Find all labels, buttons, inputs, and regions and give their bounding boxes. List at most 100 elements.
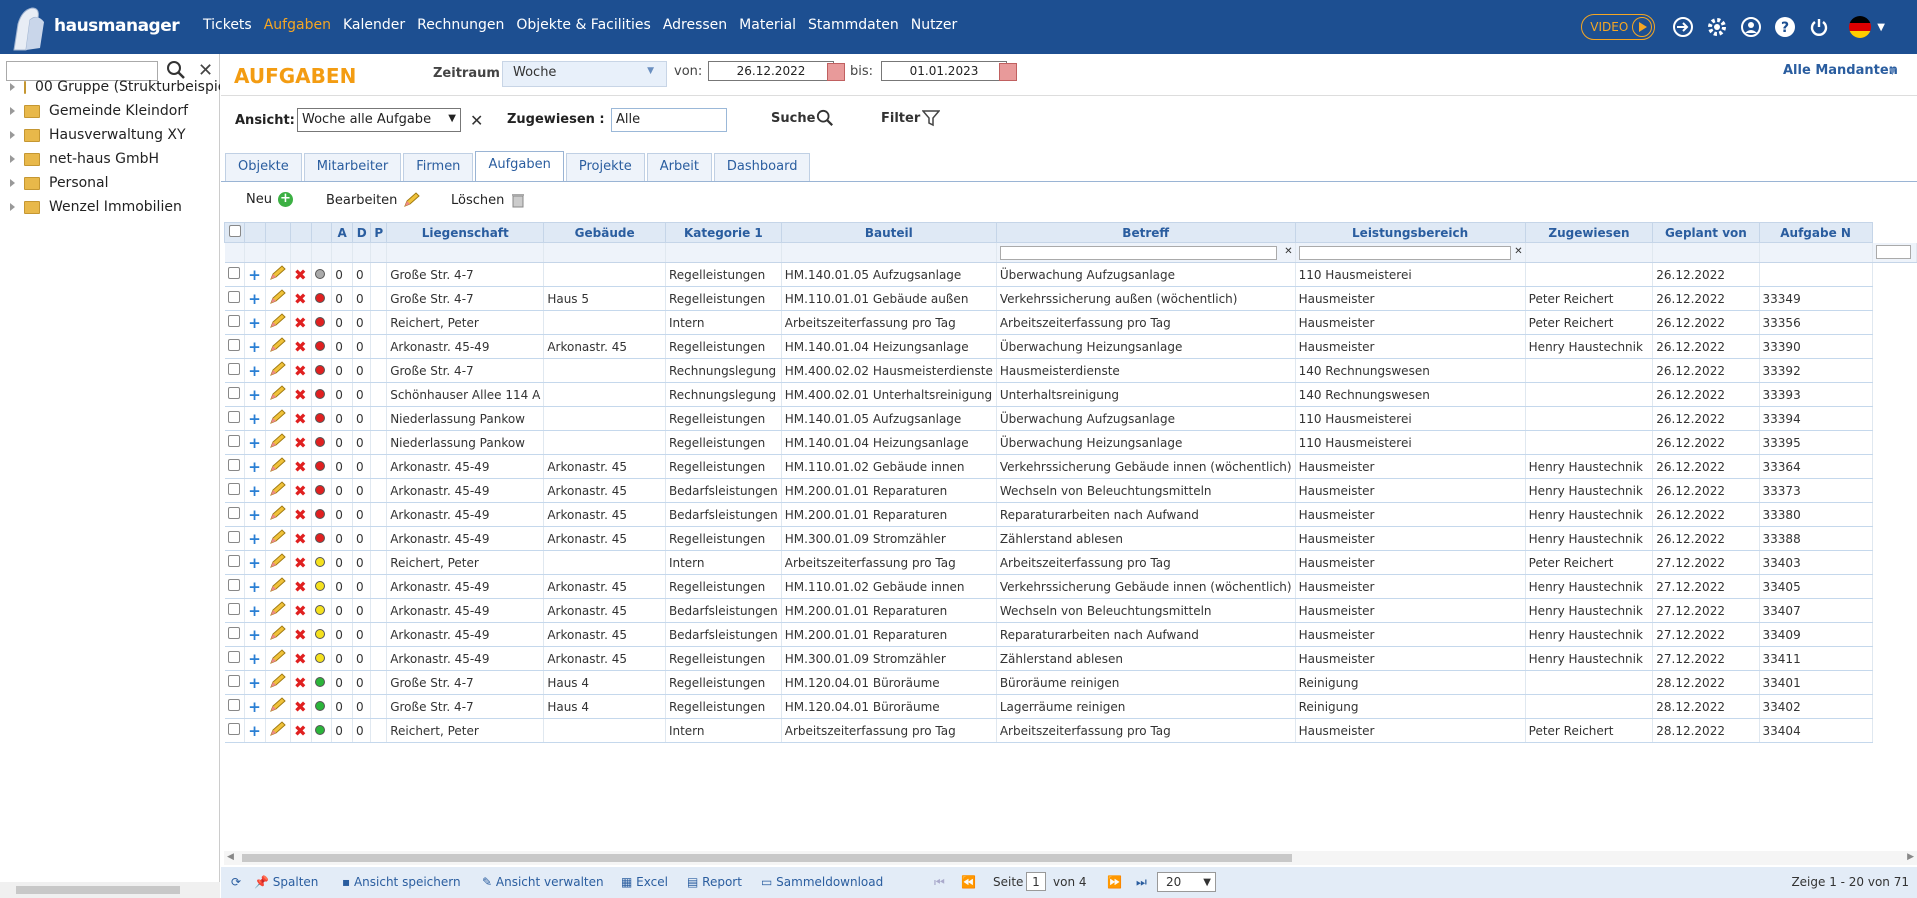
- expand-icon[interactable]: [10, 131, 15, 139]
- clear-filter-icon[interactable]: ✕: [1284, 246, 1292, 257]
- prev-page-icon[interactable]: ⏪: [961, 875, 976, 889]
- new-button[interactable]: Neu +: [246, 192, 293, 207]
- table-row[interactable]: + ✖ 0 0 Arkonastr. 45-49 Arkonastr. 45 Regelle…: [224, 454, 1917, 479]
- delete-x-icon[interactable]: ✖: [290, 262, 312, 287]
- delete-x-icon[interactable]: ✖: [290, 430, 312, 455]
- user-icon[interactable]: [1739, 15, 1763, 39]
- zugewiesen-input[interactable]: Alle: [611, 108, 727, 132]
- nav-item-material[interactable]: Material: [739, 17, 796, 33]
- row-checkbox[interactable]: [224, 310, 246, 335]
- row-checkbox[interactable]: [224, 334, 246, 359]
- row-checkbox[interactable]: [224, 502, 246, 527]
- tree-item[interactable]: Gemeinde Kleindorf: [10, 100, 220, 122]
- table-row[interactable]: + ✖ 0 0 Niederlassung Pankow Regelleistungen H…: [224, 430, 1917, 455]
- expand-icon[interactable]: [10, 107, 15, 115]
- table-row[interactable]: + ✖ 0 0 Reichert, Peter Intern Arbeitszeiterfa…: [224, 718, 1917, 743]
- nav-item-adressen[interactable]: Adressen: [663, 17, 727, 33]
- add-subtask-icon[interactable]: +: [244, 622, 267, 647]
- bis-date-input[interactable]: 01.01.2023: [881, 61, 1007, 81]
- next-page-icon[interactable]: ⏩: [1107, 875, 1122, 889]
- tree-item[interactable]: Hausverwaltung XY: [10, 124, 220, 146]
- language-dropdown-chevron-icon[interactable]: ▼: [1877, 22, 1885, 33]
- add-subtask-icon[interactable]: +: [244, 358, 267, 383]
- calendar-icon[interactable]: [999, 63, 1017, 81]
- clear-view-icon[interactable]: ✕: [470, 111, 483, 130]
- page-number-input[interactable]: 1: [1026, 872, 1046, 891]
- row-checkbox[interactable]: [224, 718, 246, 743]
- table-row[interactable]: + ✖ 0 0 Arkonastr. 45-49 Arkonastr. 45 Regelle…: [224, 526, 1917, 551]
- add-subtask-icon[interactable]: +: [244, 262, 267, 287]
- delete-x-icon[interactable]: ✖: [290, 694, 312, 719]
- tab-arbeit[interactable]: Arbeit: [646, 153, 712, 181]
- edit-pencil-icon[interactable]: [265, 286, 292, 311]
- edit-pencil-icon[interactable]: [265, 310, 292, 335]
- power-icon[interactable]: [1807, 15, 1831, 39]
- add-subtask-icon[interactable]: +: [244, 526, 267, 551]
- add-subtask-icon[interactable]: +: [244, 718, 267, 743]
- expand-icon[interactable]: [10, 83, 15, 91]
- column-header[interactable]: Betreff: [995, 222, 1296, 243]
- row-checkbox[interactable]: [224, 526, 246, 551]
- edit-pencil-icon[interactable]: [265, 550, 292, 575]
- delete-x-icon[interactable]: ✖: [290, 478, 312, 503]
- bulk-download-button[interactable]: ▭ Sammeldownload: [761, 875, 883, 889]
- select-all-checkbox[interactable]: [224, 222, 246, 243]
- delete-x-icon[interactable]: ✖: [290, 310, 312, 335]
- bauteil-filter-input[interactable]: [999, 245, 1277, 260]
- refresh-icon[interactable]: ⟳: [231, 875, 241, 889]
- add-subtask-icon[interactable]: +: [244, 574, 267, 599]
- scrollbar-thumb[interactable]: [242, 854, 1292, 862]
- aufgabe-filter-input[interactable]: [1875, 245, 1912, 260]
- edit-pencil-icon[interactable]: [265, 382, 292, 407]
- row-checkbox[interactable]: [224, 598, 246, 623]
- betreff-filter-input[interactable]: [1298, 245, 1511, 260]
- edit-pencil-icon[interactable]: [265, 718, 292, 743]
- table-row[interactable]: + ✖ 0 0 Große Str. 4-7 Regelleistungen HM.140.…: [224, 262, 1917, 287]
- tree-item[interactable]: 00 Gruppe (Strukturbeispiel): [10, 76, 220, 98]
- nav-item-objekte-facilities[interactable]: Objekte & Facilities: [516, 17, 650, 33]
- row-checkbox[interactable]: [224, 478, 246, 503]
- column-header[interactable]: Geplant von: [1652, 222, 1760, 243]
- edit-pencil-icon[interactable]: [265, 502, 292, 527]
- video-button[interactable]: VIDEO: [1581, 14, 1656, 40]
- tab-mitarbeiter[interactable]: Mitarbeiter: [303, 153, 402, 181]
- nav-item-nutzer[interactable]: Nutzer: [911, 17, 958, 33]
- edit-pencil-icon[interactable]: [265, 694, 292, 719]
- delete-button[interactable]: Löschen: [451, 192, 526, 208]
- nav-item-aufgaben[interactable]: Aufgaben: [264, 17, 331, 33]
- expand-icon[interactable]: [10, 203, 15, 211]
- add-subtask-icon[interactable]: +: [244, 430, 267, 455]
- table-row[interactable]: + ✖ 0 0 Niederlassung Pankow Regelleistungen H…: [224, 406, 1917, 431]
- table-row[interactable]: + ✖ 0 0 Schönhauser Allee 114 A Rechnungslegu…: [224, 382, 1917, 407]
- excel-button[interactable]: ▦ Excel: [621, 875, 668, 889]
- delete-x-icon[interactable]: ✖: [290, 622, 312, 647]
- column-header[interactable]: Liegenschaft: [386, 222, 545, 243]
- first-page-icon[interactable]: ⏮: [934, 875, 945, 890]
- delete-x-icon[interactable]: ✖: [290, 406, 312, 431]
- row-checkbox[interactable]: [224, 694, 246, 719]
- delete-x-icon[interactable]: ✖: [290, 574, 312, 599]
- delete-x-icon[interactable]: ✖: [290, 286, 312, 311]
- settings-icon[interactable]: [1705, 15, 1729, 39]
- tab-dashboard[interactable]: Dashboard: [713, 153, 811, 181]
- add-subtask-icon[interactable]: +: [244, 454, 267, 479]
- tab-objekte[interactable]: Objekte: [225, 153, 302, 181]
- delete-x-icon[interactable]: ✖: [290, 718, 312, 743]
- manage-views-button[interactable]: ✎ Ansicht verwalten: [482, 875, 604, 889]
- table-row[interactable]: + ✖ 0 0 Arkonastr. 45-49 Arkonastr. 45 Regelle…: [224, 646, 1917, 671]
- edit-pencil-icon[interactable]: [265, 646, 292, 671]
- edit-pencil-icon[interactable]: [265, 334, 292, 359]
- nav-item-stammdaten[interactable]: Stammdaten: [808, 17, 899, 33]
- delete-x-icon[interactable]: ✖: [290, 550, 312, 575]
- delete-x-icon[interactable]: ✖: [290, 358, 312, 383]
- tab-firmen[interactable]: Firmen: [403, 153, 474, 181]
- tab-projekte[interactable]: Projekte: [565, 153, 645, 181]
- last-page-icon[interactable]: ⏭: [1136, 875, 1147, 890]
- column-header[interactable]: A: [331, 222, 354, 243]
- row-checkbox[interactable]: [224, 550, 246, 575]
- login-icon[interactable]: [1671, 15, 1695, 39]
- row-checkbox[interactable]: [224, 358, 246, 383]
- column-header[interactable]: D: [352, 222, 372, 243]
- delete-x-icon[interactable]: ✖: [290, 598, 312, 623]
- tree-item[interactable]: Personal: [10, 172, 220, 194]
